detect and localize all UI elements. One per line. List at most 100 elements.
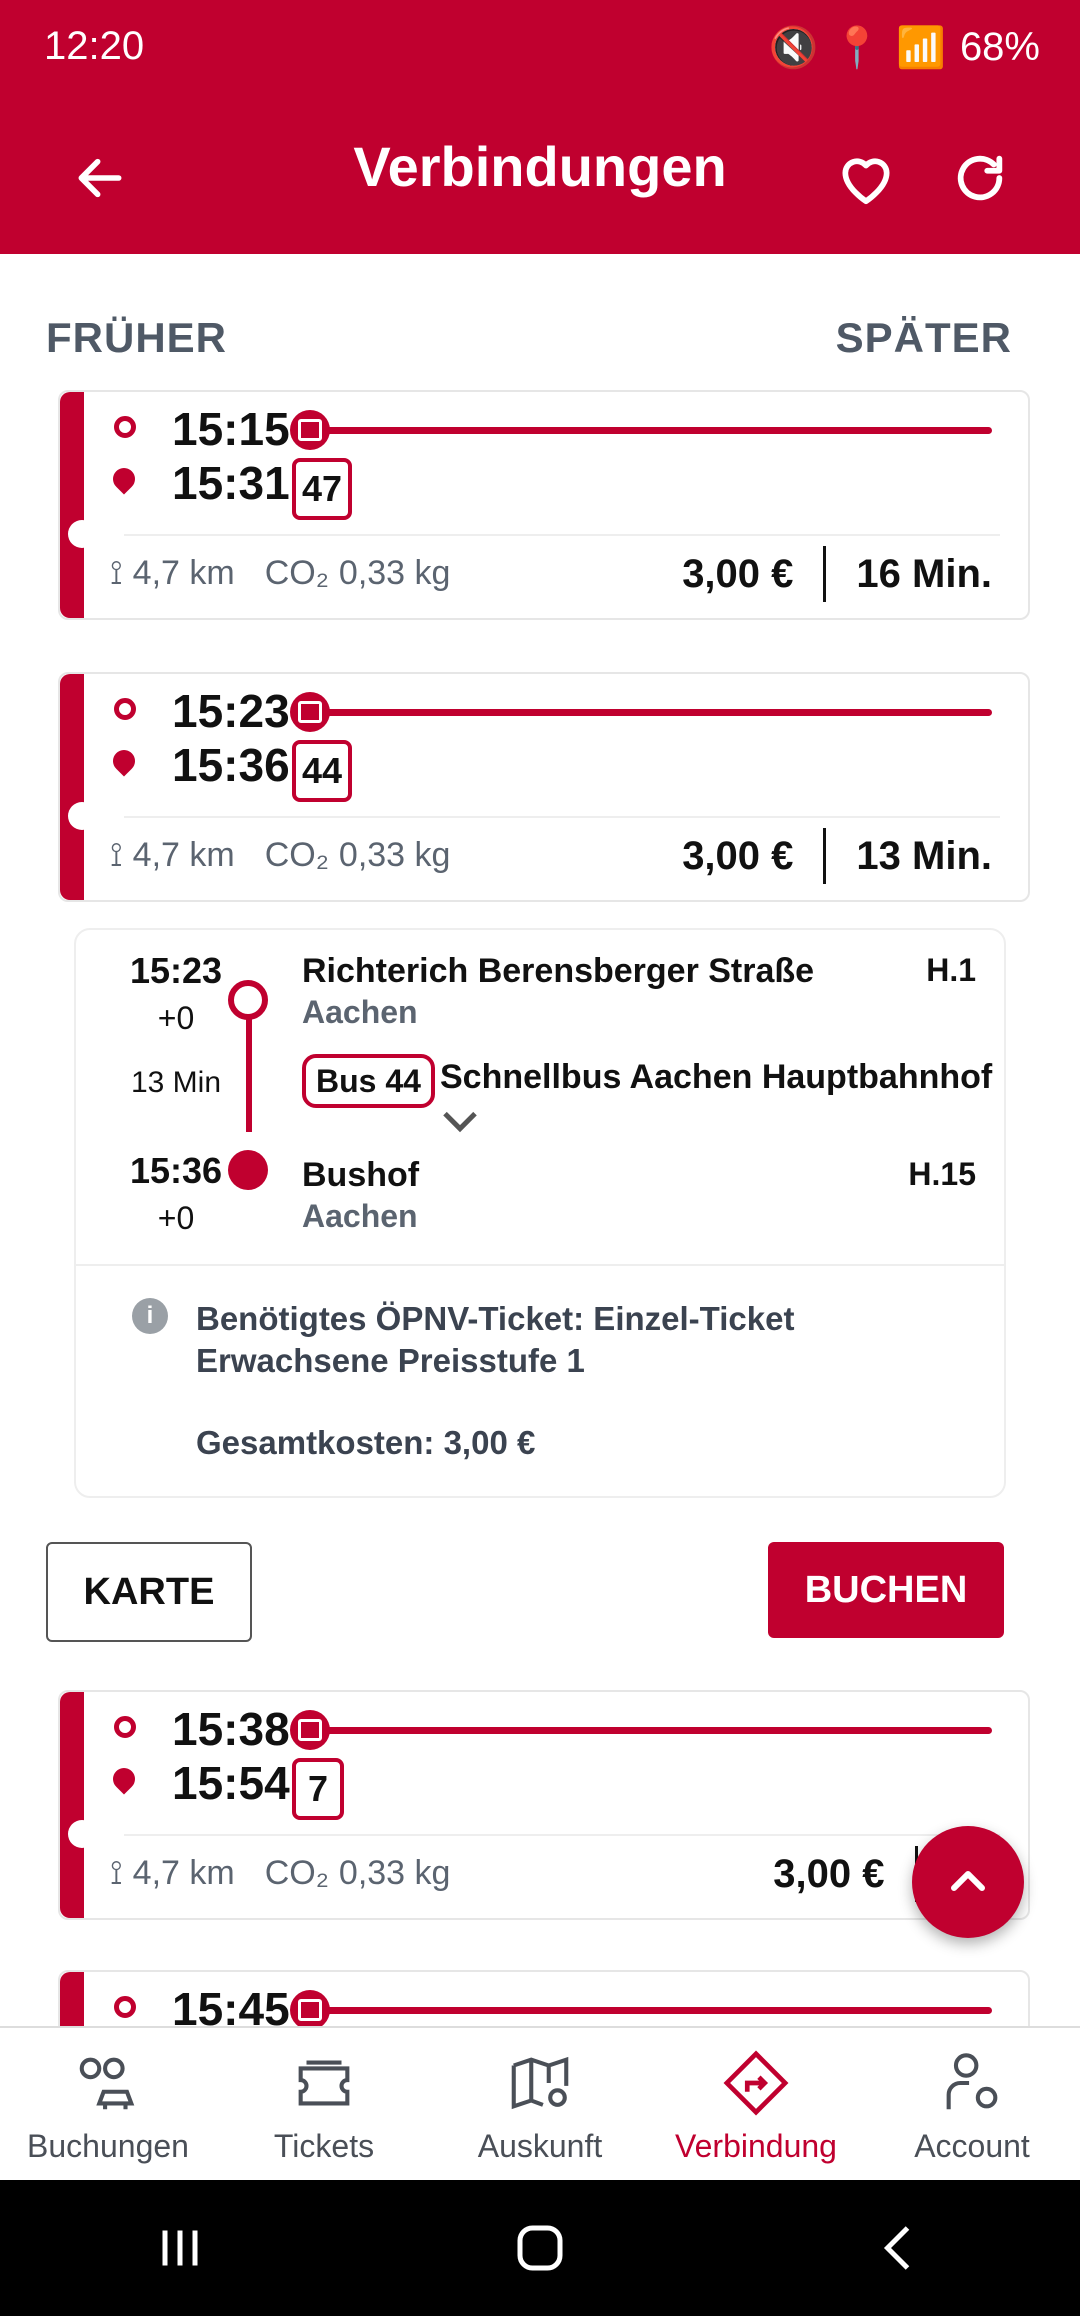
co2-icon: CO₂	[264, 1854, 329, 1892]
connection-meta: ⟟ 4,7 km CO₂ 0,33 kg	[110, 1854, 450, 1893]
tab-verbindung[interactable]: Verbindung	[648, 2028, 864, 2180]
refresh-button[interactable]	[940, 138, 1020, 218]
map-icon	[511, 2056, 569, 2110]
to-stop: Bushof	[302, 1156, 420, 1194]
scroll-top-button[interactable]	[912, 1826, 1024, 1938]
connection-meta: ⟟ 4,7 km CO₂ 0,33 kg	[110, 554, 450, 593]
tab-auskunft[interactable]: Auskunft	[432, 2028, 648, 2180]
origin-dot-icon	[114, 698, 136, 720]
arrival-time: 15:36	[172, 739, 290, 791]
co2-icon: CO₂	[264, 836, 329, 874]
tab-tickets[interactable]: Tickets	[216, 2028, 432, 2180]
earlier-button[interactable]: FRÜHER	[46, 314, 227, 362]
tab-label: Auskunft	[477, 2128, 603, 2164]
bus-icon	[290, 692, 330, 732]
detail-dep-delay: +0	[157, 1000, 195, 1036]
connections-list[interactable]: FRÜHER SPÄTER 15:15 15:31 47 ⟟ 4,7 km CO…	[0, 254, 1080, 2026]
co2-value: 0,33 kg	[338, 1854, 451, 1892]
route-line	[326, 427, 992, 434]
book-button[interactable]: BUCHEN	[768, 1542, 1004, 1638]
detail-arr-delay: +0	[157, 1200, 195, 1236]
to-platform: H.15	[908, 1156, 976, 1192]
battery-text: 68%	[959, 25, 1040, 69]
distance-icon: ⟟	[110, 1854, 123, 1892]
recent-apps-icon[interactable]	[150, 2223, 210, 2273]
from-platform: H.1	[926, 952, 976, 988]
tab-label: Verbindung	[675, 2128, 837, 2164]
info-icon: i	[132, 1298, 168, 1334]
tab-label: Tickets	[273, 2128, 375, 2164]
heart-icon	[842, 158, 890, 205]
tab-label: Account	[914, 2128, 1030, 2164]
detail-dep-time: 15:23	[129, 950, 223, 991]
destination-stop-icon	[228, 1150, 268, 1190]
connection-card[interactable]: 15:45	[58, 1970, 1030, 2026]
origin-dot-icon	[114, 416, 136, 438]
ticket-icon	[298, 2060, 350, 2106]
total-cost: Gesamtkosten: 3,00 €	[196, 1424, 536, 1461]
system-navigation	[0, 2180, 1080, 2316]
co2-value: 0,33 kg	[338, 836, 451, 874]
origin-dot-icon	[114, 1996, 136, 2018]
route-line	[326, 2007, 992, 2014]
connection-meta: ⟟ 4,7 km CO₂ 0,33 kg	[110, 836, 450, 875]
connection-detail: 15:23 +0 13 Min 15:36 +0 Richterich Bere…	[74, 928, 1006, 1498]
connection-card[interactable]: 15:23 15:36 44 ⟟ 4,7 km CO₂ 0,33 kg 3,00…	[58, 672, 1030, 902]
refresh-icon	[957, 155, 1003, 201]
line-badge: 47	[292, 458, 353, 520]
distance: 4,7 km	[132, 1854, 235, 1892]
distance-icon: ⟟	[110, 836, 123, 874]
bus-direction: Schnellbus Aachen Hauptbahnhof	[440, 1058, 993, 1096]
price-duration: 3,00 € 13 Min.	[682, 828, 992, 884]
co2-value: 0,33 kg	[338, 554, 451, 592]
detail-arr-time: 15:36	[129, 1150, 223, 1191]
route-icon	[723, 2050, 789, 2116]
line-badge: 7	[292, 1758, 344, 1820]
tab-buchungen[interactable]: Buchungen	[0, 2028, 216, 2180]
departure-time: 15:45	[172, 1983, 290, 2026]
origin-stop-icon	[228, 980, 268, 1020]
mute-icon: 🔇	[768, 26, 819, 70]
bus-icon	[290, 1710, 330, 1750]
price: 3,00 €	[773, 1851, 885, 1896]
duration: 16 Min.	[856, 551, 992, 596]
detail-duration: 13 Min	[130, 1066, 222, 1099]
tab-label: Buchungen	[27, 2128, 189, 2164]
tab-account[interactable]: Account	[864, 2028, 1080, 2180]
to-city: Aachen	[302, 1198, 418, 1234]
status-icons: 🔇 📍 📶 68%	[769, 24, 1041, 71]
home-icon[interactable]	[510, 2218, 570, 2278]
destination-pin-icon	[108, 1763, 140, 1795]
bottom-navigation: Buchungen Tickets Auskunft Verbindung Ac…	[0, 2026, 1080, 2180]
later-button[interactable]: SPÄTER	[836, 314, 1012, 362]
price: 3,00 €	[682, 833, 794, 878]
app-bar: Verbindungen	[0, 96, 1080, 254]
destination-pin-icon	[108, 463, 140, 495]
bus-icon	[290, 1990, 330, 2026]
route-line	[326, 709, 992, 716]
departure-time: 15:23	[172, 685, 290, 737]
chevron-down-icon[interactable]	[440, 1108, 480, 1136]
page-title: Verbindungen	[353, 135, 727, 198]
map-button[interactable]: KARTE	[46, 1542, 252, 1642]
favorite-button[interactable]	[826, 138, 906, 218]
departure-time: 15:15	[172, 403, 290, 455]
duration: 13 Min.	[856, 833, 992, 878]
bus-icon	[290, 410, 330, 450]
price-duration: 3,00 € 16 Min.	[682, 546, 992, 602]
co2-icon: CO₂	[264, 554, 329, 592]
ticket-info: Benötigtes ÖPNV-Ticket: Einzel-Ticket Er…	[196, 1300, 795, 1379]
connection-card[interactable]: 15:38 15:54 7 ⟟ 4,7 km CO₂ 0,33 kg 3,00 …	[58, 1690, 1030, 1920]
distance-icon: ⟟	[110, 554, 123, 592]
chevron-up-icon	[951, 1871, 985, 1891]
connection-card[interactable]: 15:15 15:31 47 ⟟ 4,7 km CO₂ 0,33 kg 3,00…	[58, 390, 1030, 620]
back-nav-icon[interactable]	[870, 2218, 930, 2278]
wifi-icon: 📶	[896, 26, 946, 70]
status-bar: 12:20 🔇 📍 📶 68%	[0, 0, 1080, 96]
from-stop: Richterich Berensberger Straße	[302, 952, 815, 990]
time-navigation: FRÜHER SPÄTER	[46, 314, 1012, 362]
destination-pin-icon	[108, 745, 140, 777]
bus-line-badge: Bus 44	[302, 1054, 435, 1108]
departure-time: 15:38	[172, 1703, 290, 1755]
distance: 4,7 km	[132, 836, 235, 874]
